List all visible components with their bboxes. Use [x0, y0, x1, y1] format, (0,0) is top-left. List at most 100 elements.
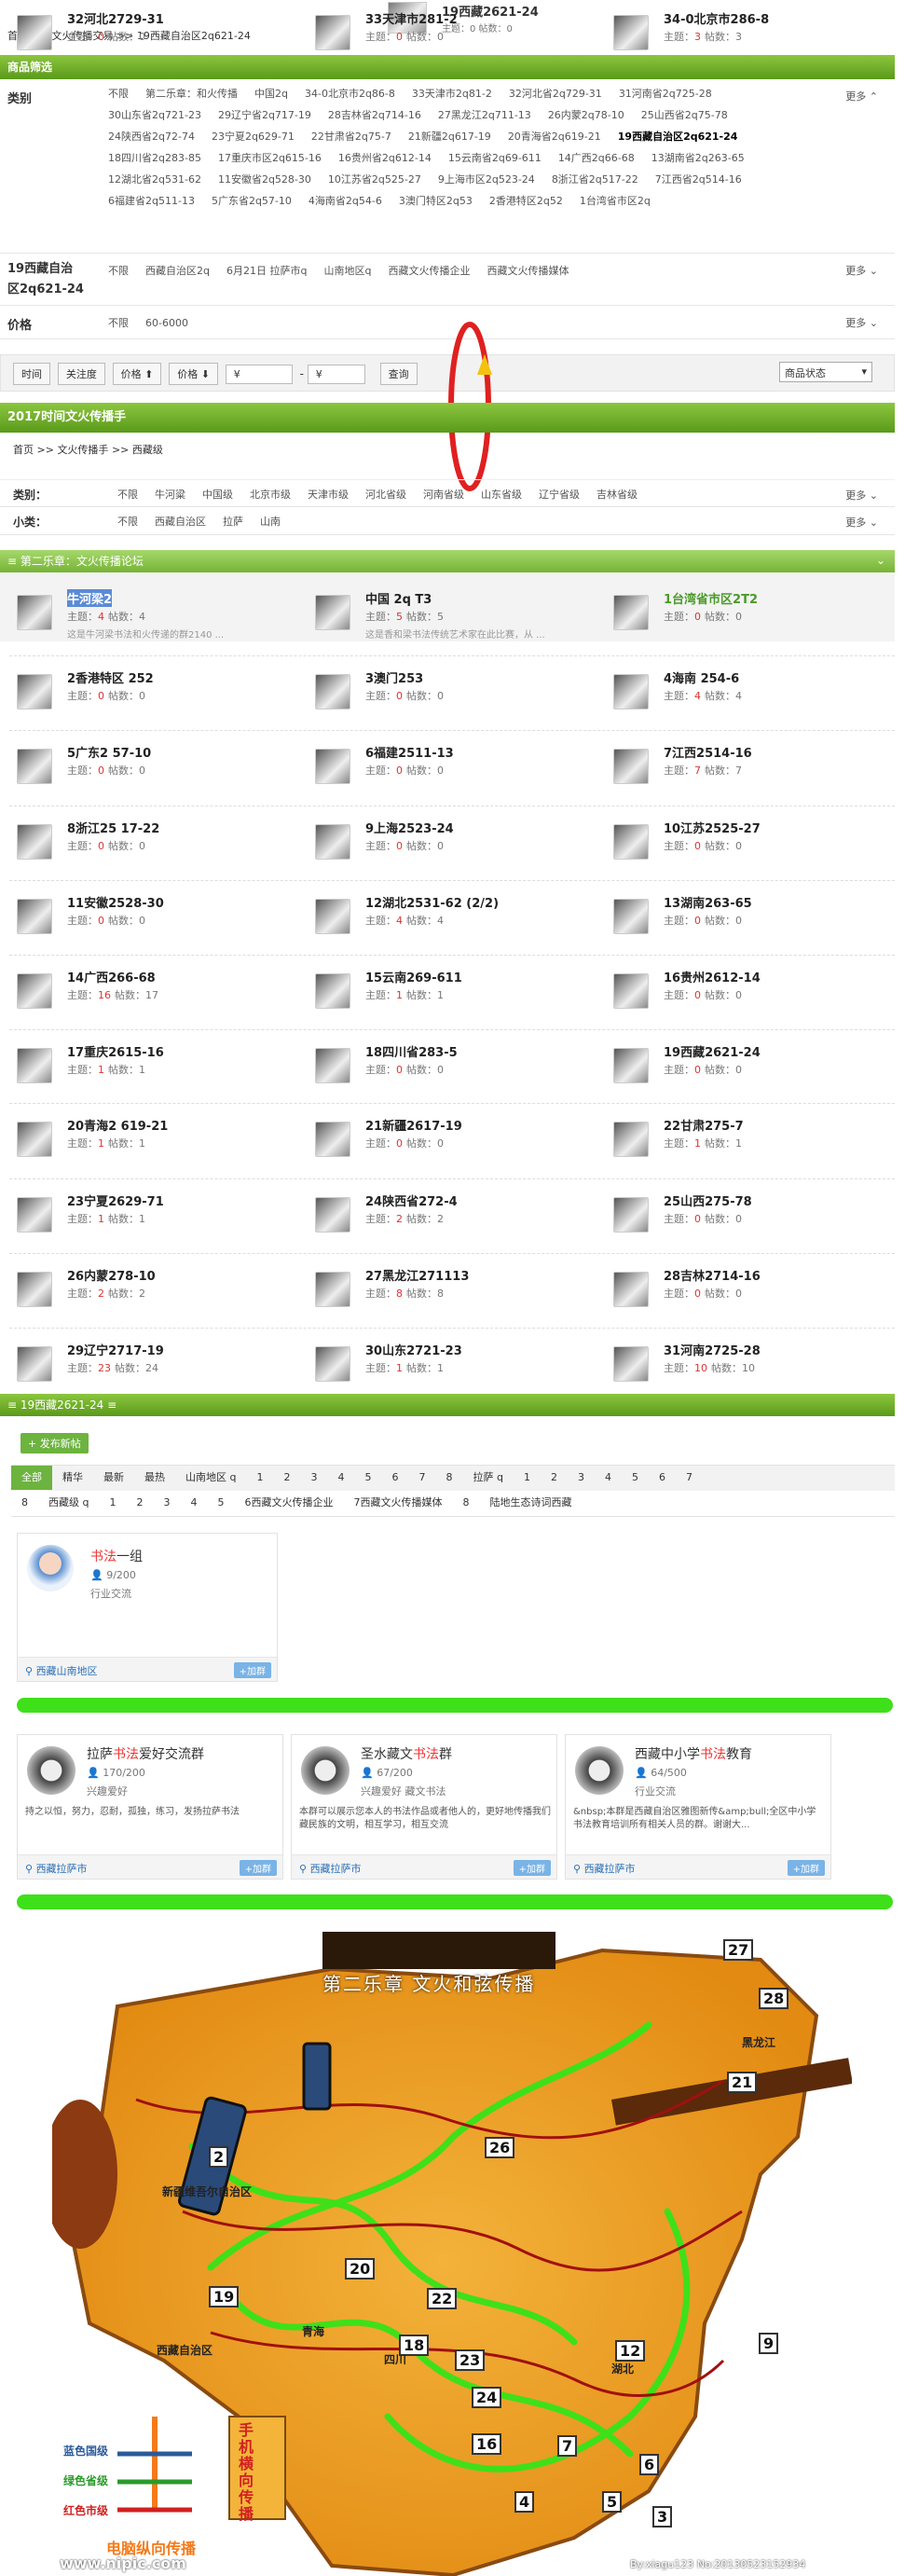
section2-cat-option[interactable]: 山东省级 — [481, 487, 522, 502]
forum-item[interactable]: 6福建2511-13 主题：0 帖数：0 — [308, 734, 602, 799]
forum-item[interactable]: 16贵州2612-14 主题：0 帖数：0 — [606, 958, 900, 1024]
board-tab[interactable]: 拉萨 q — [462, 1466, 513, 1490]
map-number-badge[interactable]: 16 — [472, 2433, 502, 2455]
sort-time-button[interactable]: 时间 — [13, 363, 50, 385]
forum-item[interactable]: 2香港特区 252 主题：0 帖数：0 — [9, 659, 304, 724]
forum-item[interactable]: 10江苏2525-27 主题：0 帖数：0 — [606, 809, 900, 875]
price-option[interactable]: 不限 — [108, 315, 129, 330]
forum-collapse-icon[interactable]: ⌄ — [876, 554, 885, 567]
board-tab[interactable]: 1 — [514, 1466, 541, 1490]
category-option[interactable]: 26内蒙2q78-10 — [548, 108, 624, 122]
category-option[interactable]: 32河北省2q729-31 — [509, 87, 602, 101]
board-tab[interactable]: 4 — [327, 1466, 354, 1490]
forum-name[interactable]: 牛河梁2 — [67, 589, 113, 607]
map-number-badge[interactable]: 9 — [759, 2333, 779, 2354]
category-option[interactable]: 33天津市2q81-2 — [412, 87, 492, 101]
board-tab[interactable]: 最热 — [134, 1466, 175, 1490]
map-number-badge[interactable]: 7 — [557, 2435, 578, 2457]
post-new-button[interactable]: + 发布新帖 — [21, 1433, 89, 1453]
forum-name[interactable]: 8浙江25 17-22 — [67, 819, 159, 836]
forum-item[interactable]: 11安徽2528-30 主题：0 帖数：0 — [9, 884, 304, 949]
breadcrumb-handler[interactable]: 文火传播手 — [57, 444, 108, 456]
section2-sub-option[interactable]: 山南 — [260, 514, 281, 529]
forum-name[interactable]: 2香港特区 252 — [67, 668, 154, 686]
category-option[interactable]: 12湖北省2q531-62 — [108, 172, 201, 186]
category-option[interactable]: 5广东省2q57-10 — [212, 194, 292, 208]
section2-cat-option[interactable]: 不限 — [117, 487, 138, 502]
board-tab[interactable]: 西藏级 q — [38, 1491, 99, 1515]
category-option[interactable]: 第二乐章：和火传播 — [145, 87, 238, 101]
category-option[interactable]: 3澳门特区2q53 — [399, 194, 473, 208]
status-select[interactable]: 商品状态 ▾ — [779, 362, 872, 382]
board-tab[interactable]: 山南地区 q — [175, 1466, 246, 1490]
category-option[interactable]: 8浙江省2q517-22 — [552, 172, 638, 186]
forum-name[interactable]: 28吉林2714-16 — [664, 1266, 761, 1284]
forum-name[interactable]: 22甘肃275-7 — [664, 1116, 744, 1134]
group-title[interactable]: 西藏中小学书法教育 — [635, 1744, 752, 1763]
map-number-badge[interactable]: 12 — [615, 2340, 646, 2362]
board-tab[interactable]: 精华 — [52, 1466, 93, 1490]
forum-name[interactable]: 17重庆2615-16 — [67, 1042, 164, 1060]
section2-cat-option[interactable]: 吉林省级 — [596, 487, 638, 502]
forum-item[interactable]: 13湖南263-65 主题：0 帖数：0 — [606, 884, 900, 949]
category-option[interactable]: 21新疆2q617-19 — [408, 130, 491, 144]
forum-name[interactable]: 11安徽2528-30 — [67, 893, 164, 911]
category-option[interactable]: 10江苏省2q525-27 — [328, 172, 421, 186]
category-option[interactable]: 20青海省2q619-21 — [508, 130, 601, 144]
forum-name[interactable]: 中国 2q T3 — [365, 589, 432, 607]
category-option[interactable]: 中国2q — [254, 87, 288, 101]
board-tab[interactable]: 2 — [126, 1491, 153, 1515]
board-tab[interactable]: 1 — [246, 1466, 273, 1490]
forum-name[interactable]: 24陕西省272-4 — [365, 1192, 458, 1209]
region-option[interactable]: 西藏文火传播媒体 — [487, 263, 569, 278]
section2-cat-option[interactable]: 河南省级 — [423, 487, 464, 502]
breadcrumb-current[interactable]: 西藏级 — [132, 444, 163, 456]
category-option[interactable]: 9上海市区2q523-24 — [438, 172, 535, 186]
section2-cat-option[interactable]: 北京市级 — [250, 487, 291, 502]
category-option[interactable]: 18四川省2q283-85 — [108, 151, 201, 165]
forum-name[interactable]: 4海南 254-6 — [664, 668, 739, 686]
board-tab[interactable]: 5 — [354, 1466, 381, 1490]
join-group-button[interactable]: +加群 — [513, 1860, 551, 1876]
sort-attention-button[interactable]: 关注度 — [57, 363, 105, 385]
forum-item[interactable]: 19西藏2621-24 主题：0 帖数：0 — [606, 1033, 900, 1098]
section2-sub-option[interactable]: 拉萨 — [223, 514, 243, 529]
map-number-badge[interactable]: 19 — [209, 2286, 240, 2307]
group-card[interactable]: 拉萨书法爱好交流群 👤 170/200 兴趣爱好 持之以恒，努力，忍耐，孤独，练习，发… — [17, 1734, 283, 1880]
forum-name[interactable]: 25山西275-78 — [664, 1192, 752, 1209]
board-tab[interactable]: 8 — [435, 1466, 462, 1490]
forum-item[interactable]: 27黑龙江271113 主题：8 帖数：8 — [308, 1257, 602, 1322]
forum-item[interactable]: 22甘肃275-7 主题：1 帖数：1 — [606, 1107, 900, 1172]
forum-item[interactable]: 3澳门253 主题：0 帖数：0 — [308, 659, 602, 724]
board-tab[interactable]: 陆地生态诗词西藏 — [479, 1491, 582, 1515]
map-number-badge[interactable]: 20 — [345, 2258, 376, 2280]
map-number-badge[interactable]: 21 — [727, 2072, 758, 2093]
region-option[interactable]: 不限 — [108, 263, 129, 278]
board-tab[interactable]: 4 — [595, 1466, 622, 1490]
section2-sub-option[interactable]: 不限 — [117, 514, 138, 529]
section2-cat-option[interactable]: 牛河粱 — [155, 487, 185, 502]
forum-item[interactable]: 17重庆2615-16 主题：1 帖数：1 — [9, 1033, 304, 1098]
forum-item[interactable]: 25山西275-78 主题：0 帖数：0 — [606, 1182, 900, 1247]
category-option[interactable]: 6福建省2q511-13 — [108, 194, 195, 208]
board-tab[interactable]: 7 — [408, 1466, 435, 1490]
section2-cat-option[interactable]: 天津市级 — [308, 487, 349, 502]
board-tab[interactable]: 3 — [568, 1466, 595, 1490]
forum-name[interactable]: 34-0北京市286-8 — [664, 9, 769, 27]
section2-sub-option[interactable]: 西藏自治区 — [155, 514, 206, 529]
board-tab[interactable]: 4 — [180, 1491, 207, 1515]
board-tab[interactable]: 5 — [622, 1466, 649, 1490]
group-card[interactable]: 圣水藏文书法群 👤 67/200 兴趣爱好 藏文书法 本群可以展示您本人的书法作品或者… — [291, 1734, 557, 1880]
forum-item[interactable]: 4海南 254-6 主题：4 帖数：4 — [606, 659, 900, 724]
forum-name[interactable]: 32河北2729-31 — [67, 9, 164, 27]
forum-name[interactable]: 18四川省283-5 — [365, 1042, 458, 1060]
forum-item[interactable]: 32河北2729-31 主题：0 帖数：0 — [9, 0, 304, 65]
board-tab[interactable]: 2 — [541, 1466, 568, 1490]
forum-name[interactable]: 21新疆2617-19 — [365, 1116, 462, 1134]
price-option[interactable]: 60-6000 — [145, 317, 188, 329]
category-option[interactable]: 22甘肃省2q75-7 — [311, 130, 391, 144]
group-title[interactable]: 书法一组 — [90, 1547, 143, 1565]
region-option[interactable]: 山南地区q — [323, 263, 371, 278]
forum-name[interactable]: 15云南269-611 — [365, 968, 462, 985]
board-tab[interactable]: 3 — [300, 1466, 327, 1490]
